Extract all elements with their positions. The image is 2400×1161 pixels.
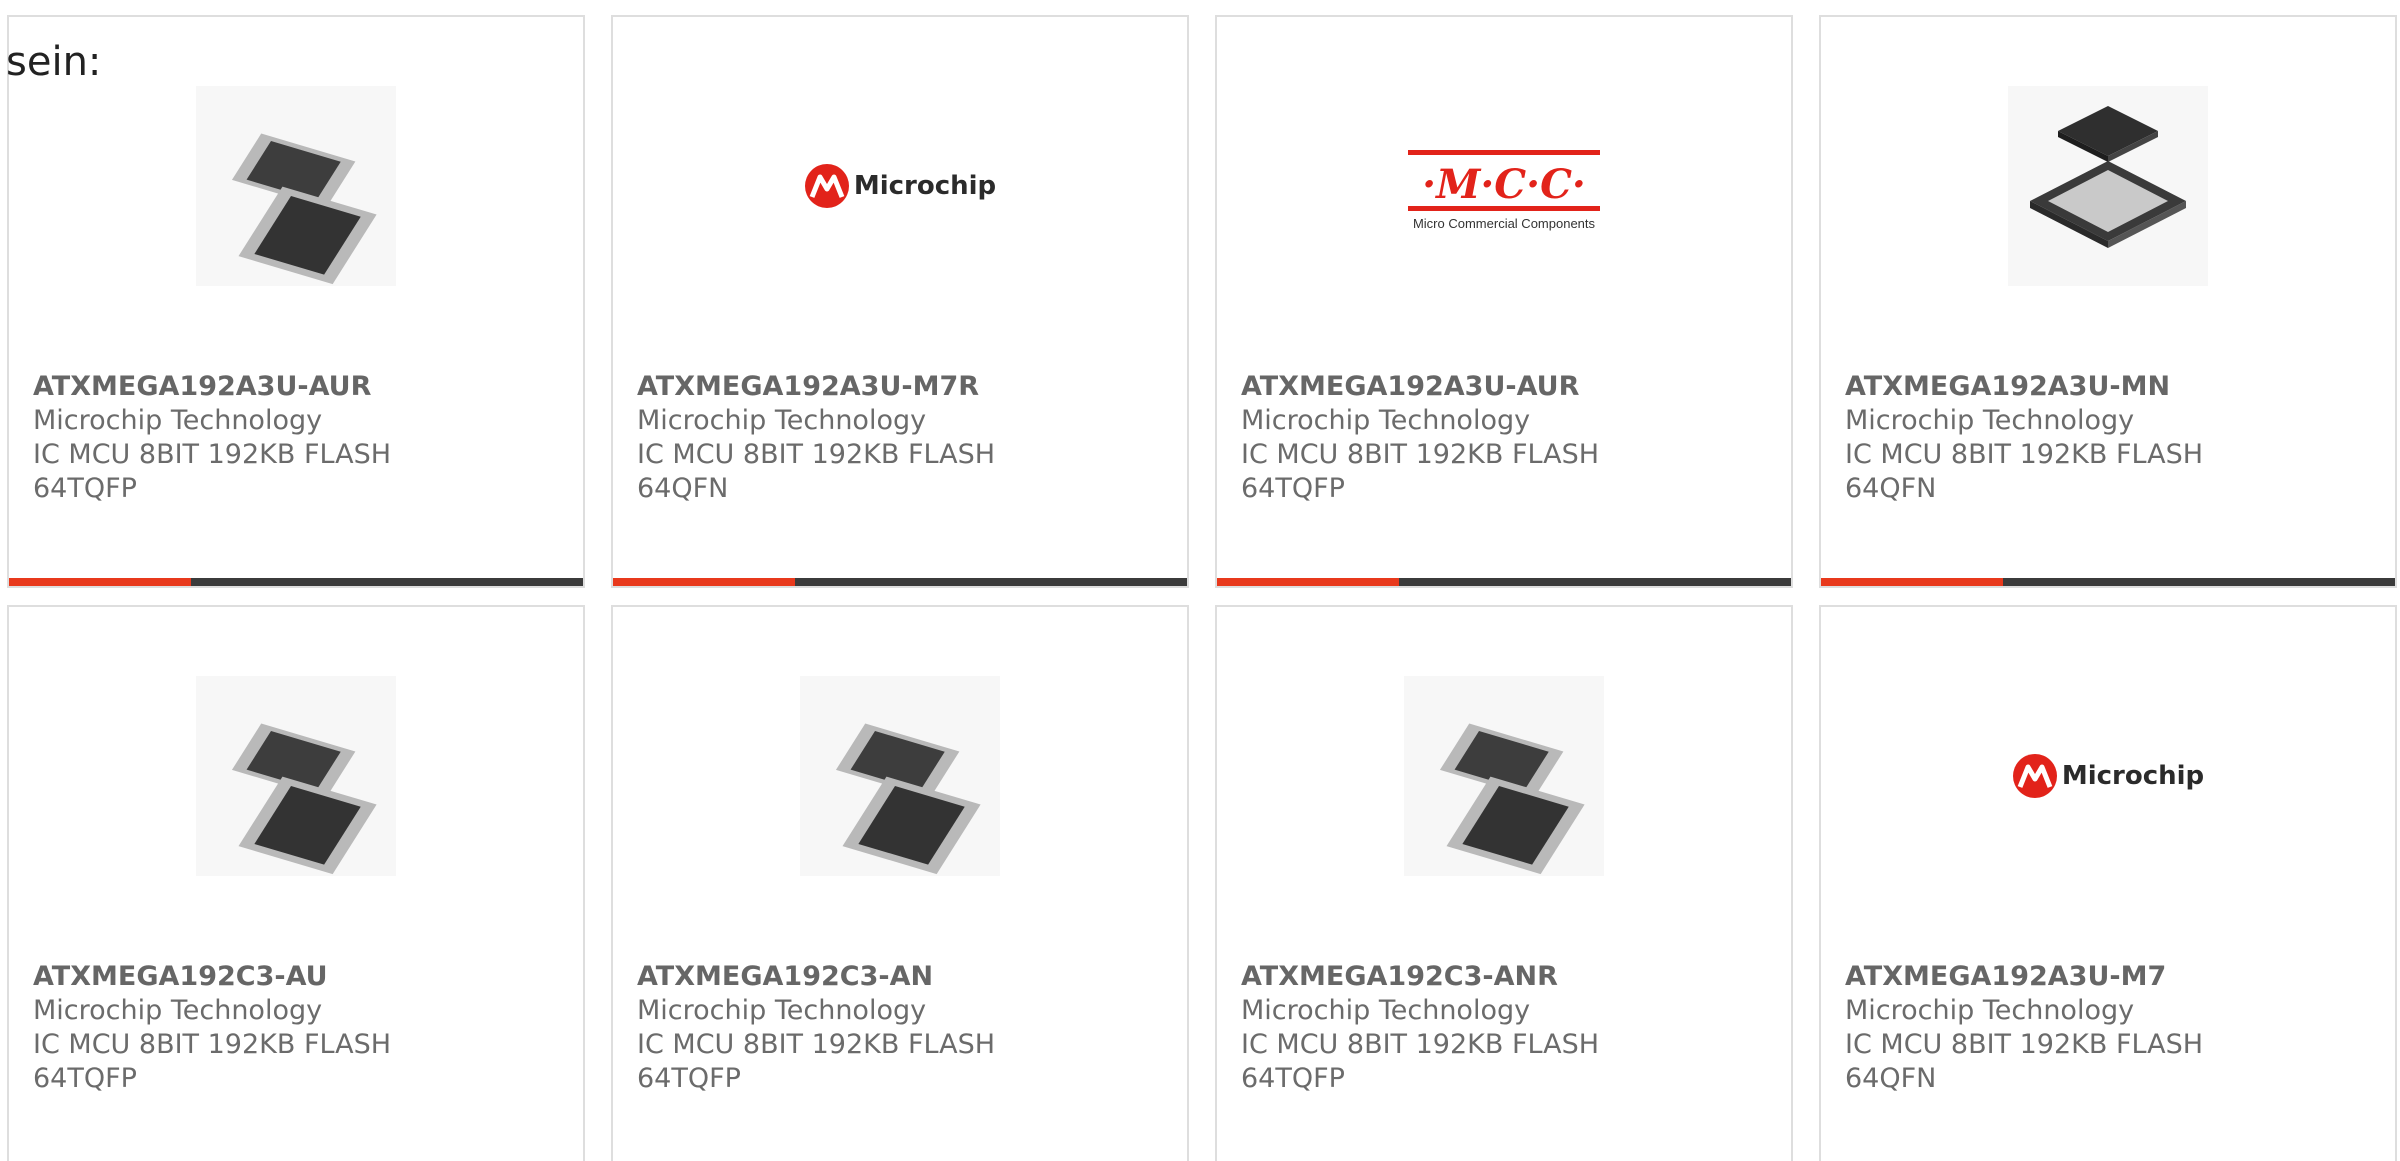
card-bottom-bar [613,578,1187,586]
package: 64QFN [1845,1063,1937,1094]
card-bottom-bar [1821,578,2395,586]
product-card[interactable]: ATXMEGA192C3-AU Microchip Technology IC … [7,605,585,1161]
manufacturer: Microchip Technology [1845,405,2135,436]
product-info: ATXMEGA192A3U-M7R Microchip Technology I… [637,370,1177,506]
card-accent [9,578,191,586]
product-info: ATXMEGA192C3-AU Microchip Technology IC … [33,960,573,1096]
part-number[interactable]: ATXMEGA192A3U-M7R [637,370,1177,404]
part-number[interactable]: ATXMEGA192A3U-AUR [33,370,573,404]
microchip-logo-mark [804,164,849,208]
page: ATXMEGA192A3U-AUR Microchip Technology I… [0,0,2400,1161]
part-number[interactable]: ATXMEGA192C3-ANR [1241,960,1781,994]
card-bottom-bar [1217,578,1791,586]
package: 64TQFP [1241,473,1345,504]
product-info: ATXMEGA192C3-AN Microchip Technology IC … [637,960,1177,1096]
part-number[interactable]: ATXMEGA192A3U-M7 [1845,960,2385,994]
card-accent [1821,578,2003,586]
part-number[interactable]: ATXMEGA192A3U-AUR [1241,370,1781,404]
product-card[interactable]: ATXMEGA192C3-AN Microchip Technology IC … [611,605,1189,1161]
product-card[interactable]: Microchip ATXMEGA192A3U-M7R Microchip Te… [611,15,1189,588]
microchip-logo: Microchip [1993,676,2223,876]
description-line: IC MCU 8BIT 192KB FLASH [33,439,392,470]
description-line: IC MCU 8BIT 192KB FLASH [1241,1029,1600,1060]
mcc-logo: ·M·C·C· Micro Commercial Components [1399,86,1609,286]
product-card[interactable]: ATXMEGA192A3U-AUR Microchip Technology I… [7,15,585,588]
manufacturer: Microchip Technology [1845,995,2135,1026]
manufacturer: Microchip Technology [33,995,323,1026]
lead-text: sein: [6,39,102,85]
package: 64TQFP [1241,1063,1345,1094]
package: 64TQFP [33,473,137,504]
qfn-chip-icon [2008,86,2208,286]
manufacturer: Microchip Technology [1241,995,1531,1026]
logo-text: Microchip [2061,761,2205,791]
part-number[interactable]: ATXMEGA192C3-AU [33,960,573,994]
package: 64TQFP [637,1063,741,1094]
tqfp-chip-icon [196,86,396,286]
microchip-logo: Microchip [785,86,1015,286]
product-info: ATXMEGA192A3U-M7 Microchip Technology IC… [1845,960,2385,1096]
description-line: IC MCU 8BIT 192KB FLASH [637,439,996,470]
manufacturer: Microchip Technology [637,995,927,1026]
card-accent [1217,578,1399,586]
product-grid: ATXMEGA192A3U-AUR Microchip Technology I… [0,0,2400,1161]
description-line: IC MCU 8BIT 192KB FLASH [1845,439,2204,470]
part-number[interactable]: ATXMEGA192A3U-MN [1845,370,2385,404]
description-line: IC MCU 8BIT 192KB FLASH [637,1029,996,1060]
tqfp-chip-icon [1404,676,1604,876]
manufacturer: Microchip Technology [33,405,323,436]
package: 64QFN [1845,473,1937,504]
part-number[interactable]: ATXMEGA192C3-AN [637,960,1177,994]
description-line: IC MCU 8BIT 192KB FLASH [1241,439,1600,470]
tqfp-chip-icon [196,676,396,876]
product-info: ATXMEGA192A3U-AUR Microchip Technology I… [33,370,573,506]
product-info: ATXMEGA192A3U-AUR Microchip Technology I… [1241,370,1781,506]
product-info: ATXMEGA192A3U-MN Microchip Technology IC… [1845,370,2385,506]
product-card[interactable]: Microchip ATXMEGA192A3U-M7 Microchip Tec… [1819,605,2397,1161]
product-card[interactable]: ATXMEGA192C3-ANR Microchip Technology IC… [1215,605,1793,1161]
package: 64TQFP [33,1063,137,1094]
logo-text: Microchip [853,171,997,201]
card-bottom-bar [9,578,583,586]
tqfp-chip-icon [800,676,1000,876]
description-line: IC MCU 8BIT 192KB FLASH [1845,1029,2204,1060]
description-line: IC MCU 8BIT 192KB FLASH [33,1029,392,1060]
product-info: ATXMEGA192C3-ANR Microchip Technology IC… [1241,960,1781,1096]
product-card[interactable]: ·M·C·C· Micro Commercial Components ATXM… [1215,15,1793,588]
logo-subtext: Micro Commercial Components [1413,216,1596,231]
package: 64QFN [637,473,729,504]
card-accent [613,578,795,586]
logo-text: ·M·C·C· [1422,161,1586,208]
product-card[interactable]: ATXMEGA192A3U-MN Microchip Technology IC… [1819,15,2397,588]
manufacturer: Microchip Technology [637,405,927,436]
manufacturer: Microchip Technology [1241,405,1531,436]
microchip-logo-mark [2012,754,2057,798]
